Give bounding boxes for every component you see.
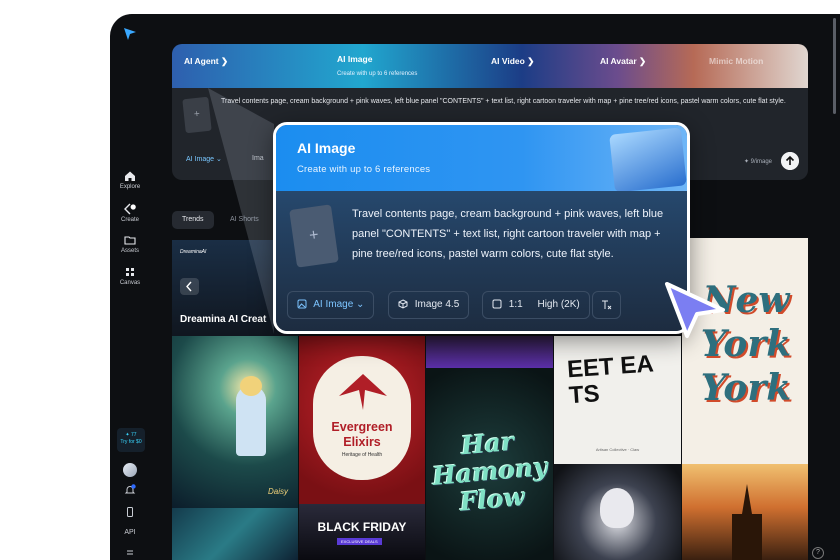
ai-image-popup: AI Image Create with up to 6 references …: [273, 122, 690, 334]
gallery-item-forest[interactable]: [172, 508, 298, 560]
folder-icon: [124, 236, 136, 245]
phone-icon[interactable]: [124, 506, 136, 518]
eat-lettering: EET EA TS: [566, 350, 654, 410]
tab-ai-image[interactable]: AI Image: [337, 54, 372, 64]
sidebar-item-label: Canvas: [119, 280, 141, 286]
gallery-item-evergreen[interactable]: Evergreen Elixirs Heritage of Health: [299, 336, 425, 504]
gallery-item-cathedral[interactable]: [682, 464, 808, 560]
sidebar-item-assets[interactable]: Assets: [110, 234, 150, 254]
square-ratio-icon: [492, 299, 502, 309]
eat-sub: Artisan Collective · Claw: [595, 447, 640, 452]
bell-icon[interactable]: [124, 484, 136, 496]
chevron-down-icon: ⌄: [356, 299, 365, 310]
popup-settings-select[interactable]: 1:1 High (2K): [482, 291, 590, 319]
gallery-item-new-york[interactable]: New York York: [682, 238, 808, 464]
sidebar-item-create[interactable]: Create: [110, 203, 150, 223]
sidebar-item-canvas[interactable]: Canvas: [110, 266, 150, 286]
dreamina-logo-icon[interactable]: [122, 26, 138, 42]
tab-ai-agent[interactable]: AI Agent ❯: [184, 56, 228, 67]
sidebar-item-label: Create: [120, 217, 139, 223]
popup-subtitle: Create with up to 6 references: [297, 164, 431, 175]
popup-header: AI Image Create with up to 6 references: [276, 125, 687, 193]
gallery-item-fairy[interactable]: Daisy: [172, 336, 298, 508]
mode-banner: AI Agent ❯ AI Image Create with up to 6 …: [172, 44, 808, 88]
fairy-hair: [240, 376, 262, 396]
api-link[interactable]: API: [110, 529, 150, 536]
tab-ai-video[interactable]: AI Video ❯: [491, 56, 534, 67]
flow-lettering: Har Hamony Flow: [431, 426, 549, 517]
popup-prompt-input[interactable]: Travel contents page, cream background +…: [352, 204, 682, 264]
popup-reference-upload[interactable]: +: [289, 204, 339, 268]
popup-mode-label: AI Image: [313, 299, 354, 310]
pointer-cursor-icon: [665, 282, 725, 338]
home-icon: [125, 171, 135, 181]
fairy-caption: Daisy: [268, 487, 289, 496]
promo-label: Try for $0: [120, 439, 142, 445]
credits-count: ✦ 77: [125, 432, 137, 438]
menu-icon[interactable]: [124, 547, 136, 559]
popup-model-label: Image 4.5: [414, 299, 460, 310]
create-icon: [124, 203, 136, 215]
hero-brand: DreaminaAI: [180, 249, 207, 255]
canvas-icon: [126, 268, 134, 276]
popup-body: + Travel contents page, cream background…: [276, 191, 687, 331]
gallery-item-purple[interactable]: [426, 336, 553, 368]
fairy-figure: [236, 386, 266, 456]
page-scrollbar[interactable]: [833, 18, 836, 114]
evergreen-line1: Evergreen: [331, 420, 393, 434]
tab-mimic-motion[interactable]: Mimic Motion: [709, 56, 763, 66]
portrait-hair: [600, 488, 634, 528]
credits-promo-button[interactable]: ✦ 77 Try for $0: [117, 428, 145, 452]
tab-ai-avatar[interactable]: AI Avatar ❯: [600, 56, 646, 67]
sidebar-item-explore[interactable]: Explore: [110, 170, 150, 190]
cost-per-image: ✦ 9/image: [743, 159, 772, 165]
generate-button[interactable]: [781, 152, 799, 170]
text-format-icon: [602, 300, 612, 310]
popup-text-style-button[interactable]: [592, 291, 621, 319]
avatar[interactable]: [123, 463, 137, 477]
help-button[interactable]: ?: [812, 547, 824, 559]
popup-quality-label: High (2K): [537, 299, 580, 310]
evergreen-line2: Elixirs: [343, 435, 381, 449]
popup-title: AI Image: [297, 140, 356, 156]
tab-ai-image-subtitle: Create with up to 6 references: [337, 71, 418, 77]
sidebar-item-label: Explore: [119, 184, 141, 190]
gallery-item-dragon[interactable]: [554, 464, 681, 560]
cathedral-silhouette: [732, 484, 762, 560]
cube-icon: [398, 299, 408, 309]
evergreen-sub: Heritage of Health: [341, 452, 383, 458]
popup-header-artwork: [609, 127, 687, 193]
gallery-item-eat[interactable]: EET EA TS Artisan Collective · Claw: [554, 336, 681, 464]
sidebar: Explore Create Assets Canvas ✦ 77 Try fo…: [110, 14, 150, 560]
gallery-item-black-friday[interactable]: BLACK FRIDAY EXCLUSIVE DEALS: [299, 504, 425, 560]
gallery-item-flow[interactable]: Har Hamony Flow: [426, 368, 553, 560]
crane-icon: [339, 374, 387, 410]
black-friday-sub: EXCLUSIVE DEALS: [337, 538, 382, 545]
popup-ratio-label: 1:1: [508, 299, 523, 310]
sidebar-item-label: Assets: [120, 248, 139, 254]
image-icon: [297, 299, 307, 309]
popup-mode-select[interactable]: AI Image ⌄: [287, 291, 375, 319]
black-friday-title: BLACK FRIDAY: [317, 520, 407, 534]
popup-model-select[interactable]: Image 4.5: [388, 291, 470, 319]
carousel-prev-button[interactable]: [180, 278, 199, 295]
